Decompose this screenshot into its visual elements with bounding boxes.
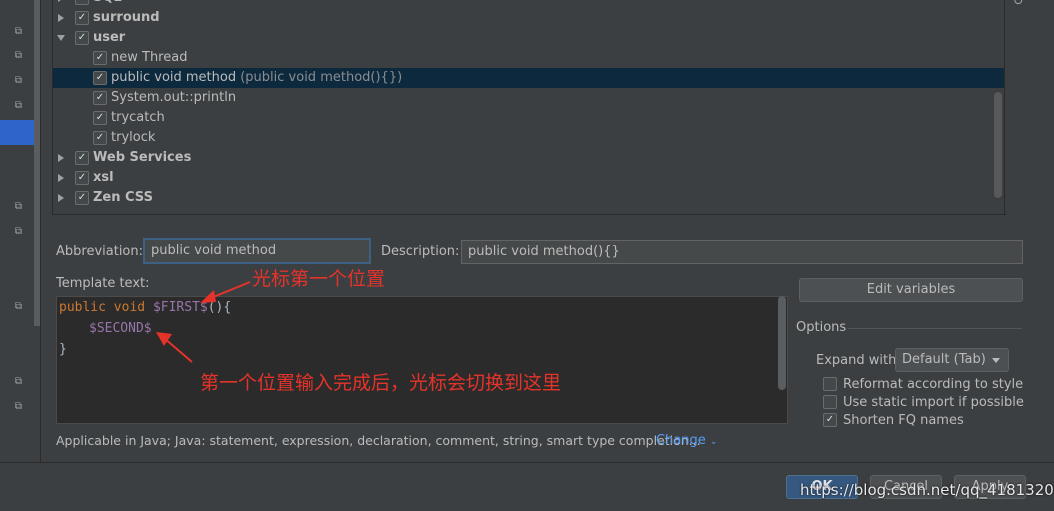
checkbox[interactable]: ✓ xyxy=(75,191,89,205)
tree-item-label: System.out::println xyxy=(111,90,237,105)
reformat-checkbox[interactable] xyxy=(823,377,837,391)
checkbox[interactable]: ✓ xyxy=(75,0,89,5)
collapse-arrow-icon[interactable] xyxy=(57,35,65,41)
abbreviation-label: Abbreviation: xyxy=(56,244,144,259)
chevron-down-icon xyxy=(992,358,1000,363)
tree-group-surround[interactable]: ✓ surround xyxy=(53,8,1005,28)
tree-toolbar: ↺ xyxy=(1004,0,1031,214)
keyword: void xyxy=(113,300,146,315)
tree-group-label: Zen CSS xyxy=(93,190,153,205)
restore-icon[interactable]: ↺ xyxy=(1013,0,1024,9)
tree-group-label: xsl xyxy=(93,170,114,185)
expand-arrow-icon[interactable] xyxy=(58,0,64,2)
tree-group-label: SQL xyxy=(93,0,122,8)
abbreviation-input[interactable]: public void method xyxy=(143,238,371,264)
annotation-second-cursor: 第一个位置输入完成后，光标会切换到这里 xyxy=(200,372,562,394)
tree-item-new-thread[interactable]: ✓ new Thread xyxy=(53,48,1005,68)
tree-group-label: Web Services xyxy=(93,150,192,165)
static-import-label: Use static import if possible xyxy=(843,395,1024,410)
expand-with-label: Expand with xyxy=(816,353,897,368)
checkbox[interactable]: ✓ xyxy=(75,11,89,25)
tree-item-public-void-method[interactable]: ✓ public void method (public void method… xyxy=(53,68,1005,88)
tree-group-xsl[interactable]: ✓ xsl xyxy=(53,168,1005,188)
edit-variables-button[interactable]: Edit variables xyxy=(799,278,1023,302)
annotation-arrows xyxy=(156,281,251,363)
expand-with-value: Default (Tab) xyxy=(902,352,986,367)
copy-icon[interactable]: ⧉ xyxy=(13,401,24,412)
expand-arrow-icon[interactable] xyxy=(58,194,64,202)
live-template-tree: ✓ SQL ✓ surround ✓ user ✓ new Thread ✓ p… xyxy=(52,0,1006,215)
copy-icon[interactable]: ⧉ xyxy=(13,75,24,86)
checkbox[interactable]: ✓ xyxy=(93,91,107,105)
tree-group-web-services[interactable]: ✓ Web Services xyxy=(53,148,1005,168)
tree-group-label: user xyxy=(93,30,126,45)
tree-item-sysout[interactable]: ✓ System.out::println xyxy=(53,88,1005,108)
tree-item-label: trycatch xyxy=(111,110,165,125)
watermark: https://blog.csdn.net/qq_41813208 xyxy=(800,481,1054,499)
sidebar-scrollbar[interactable] xyxy=(34,0,40,326)
checkbox[interactable]: ✓ xyxy=(75,171,89,185)
checkbox[interactable]: ✓ xyxy=(75,151,89,165)
checkbox[interactable]: ✓ xyxy=(93,131,107,145)
options-separator xyxy=(848,328,1022,329)
annotation-arrowhead xyxy=(200,290,216,303)
keyword: public xyxy=(59,300,106,315)
tree-item-label: new Thread xyxy=(111,50,188,65)
checkbox[interactable]: ✓ xyxy=(93,111,107,125)
copy-icon[interactable]: ⧉ xyxy=(13,301,24,312)
tree-item-label-wrap: public void method (public void method()… xyxy=(111,68,402,88)
change-link[interactable]: Change ⌄ xyxy=(656,433,717,448)
annotation-arrow-line xyxy=(163,337,193,363)
applicable-contexts: Applicable in Java; Java: statement, exp… xyxy=(56,433,701,448)
copy-icon[interactable]: ⧉ xyxy=(13,226,24,237)
reformat-label: Reformat according to style xyxy=(843,377,1024,392)
editor-scrollbar[interactable] xyxy=(778,296,786,390)
checkbox[interactable]: ✓ xyxy=(93,71,107,85)
description-label: Description: xyxy=(381,244,460,259)
tree-group-label: surround xyxy=(93,10,160,25)
editor-line-2: $SECOND$ xyxy=(89,321,152,336)
copy-icon[interactable]: ⧉ xyxy=(13,201,24,212)
change-link-label: Change xyxy=(656,433,706,448)
shorten-fq-label: Shorten FQ names xyxy=(843,413,964,428)
tree-group-user[interactable]: ✓ user xyxy=(53,28,1005,48)
shorten-fq-checkbox[interactable]: ✓ xyxy=(823,413,837,427)
expand-with-select[interactable]: Default (Tab) xyxy=(895,348,1009,372)
expand-arrow-icon[interactable] xyxy=(58,174,64,182)
code-text: } xyxy=(59,342,67,357)
checkbox[interactable]: ✓ xyxy=(93,51,107,65)
options-title: Options xyxy=(796,320,847,335)
copy-icon[interactable]: ⧉ xyxy=(13,376,24,387)
tree-item-trylock[interactable]: ✓ trylock xyxy=(53,128,1005,148)
checkbox[interactable]: ✓ xyxy=(75,31,89,45)
static-import-checkbox[interactable] xyxy=(823,395,837,409)
tree-group-sql[interactable]: ✓ SQL xyxy=(53,0,1005,8)
tree-item-trycatch[interactable]: ✓ trycatch xyxy=(53,108,1005,128)
copy-icon[interactable]: ⧉ xyxy=(13,50,24,61)
description-input[interactable]: public void method(){} xyxy=(461,240,1023,264)
copy-icon[interactable]: ⧉ xyxy=(13,26,24,37)
copy-icon[interactable]: ⧉ xyxy=(13,100,24,111)
annotation-first-cursor: 光标第一个位置 xyxy=(252,268,386,290)
chevron-down-icon: ⌄ xyxy=(709,437,718,447)
template-variable: $SECOND$ xyxy=(89,321,152,336)
tree-item-hint: (public void method(){}) xyxy=(240,70,403,85)
editor-line-3: } xyxy=(59,342,67,357)
expand-arrow-icon[interactable] xyxy=(58,14,64,22)
tree-scrollbar[interactable] xyxy=(994,92,1002,198)
expand-arrow-icon[interactable] xyxy=(58,154,64,162)
template-text-label: Template text: xyxy=(56,276,150,291)
tree-item-label: public void method xyxy=(111,70,237,85)
tree-item-label: trylock xyxy=(111,130,156,145)
tree-group-zen-css[interactable]: ✓ Zen CSS xyxy=(53,188,1005,208)
